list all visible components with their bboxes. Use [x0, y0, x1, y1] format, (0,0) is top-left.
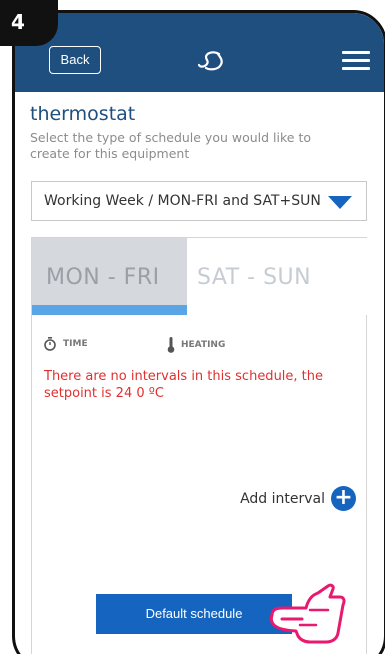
back-button[interactable]: Back: [49, 46, 101, 74]
default-schedule-button[interactable]: Default schedule: [96, 594, 292, 634]
page-subtitle: Select the type of schedule you would li…: [30, 130, 311, 161]
schedule-type-value: Working Week / MON-FRI and SAT+SUN: [44, 193, 321, 209]
hamburger-menu-icon[interactable]: [342, 51, 370, 71]
heating-column-label: HEATING: [181, 340, 226, 350]
phone-frame: Back thermostat Select the type of sched…: [12, 10, 385, 654]
tab-mon-fri[interactable]: MON - FRI: [32, 238, 187, 315]
add-interval-label[interactable]: Add interval: [240, 491, 325, 507]
app-header: Back: [15, 13, 384, 92]
no-intervals-message: There are no intervals in this schedule,…: [44, 369, 324, 401]
salus-logo-icon: [198, 51, 223, 71]
time-column-label: TIME: [63, 339, 88, 349]
active-tab-indicator: [32, 305, 187, 315]
step-number-badge: 4: [0, 0, 58, 46]
heating-column-header: HEATING: [167, 337, 225, 353]
tab-mon-fri-label: MON - FRI: [46, 265, 160, 290]
stopwatch-icon: [44, 337, 56, 351]
schedule-type-select[interactable]: Working Week / MON-FRI and SAT+SUN: [31, 181, 367, 221]
tab-sat-sun-label: SAT - SUN: [197, 265, 312, 290]
day-tabs: MON - FRI SAT - SUN: [32, 238, 368, 315]
pointing-hand-icon: [270, 583, 346, 644]
time-column-header: TIME: [44, 337, 88, 351]
thermometer-icon: [167, 337, 175, 353]
dropdown-triangle-icon: [328, 196, 352, 209]
page-title: thermostat: [30, 103, 136, 125]
tab-sat-sun[interactable]: SAT - SUN: [187, 238, 368, 315]
add-interval-row[interactable]: Add interval +: [240, 486, 356, 511]
plus-circle-icon[interactable]: +: [331, 486, 356, 511]
